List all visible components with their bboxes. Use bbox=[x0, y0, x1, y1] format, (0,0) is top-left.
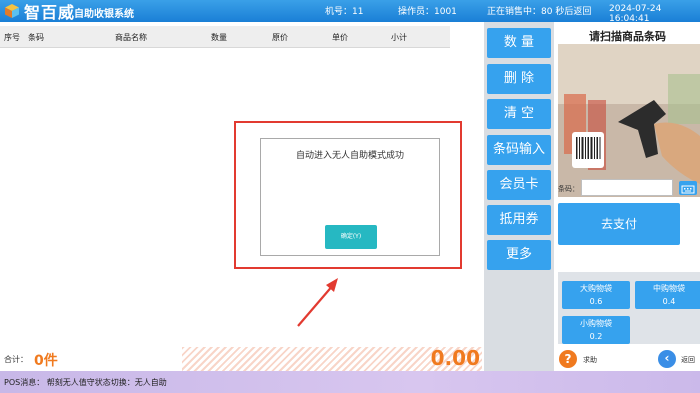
cube-logo-icon bbox=[5, 4, 19, 18]
operator-id: 操作员：1001 bbox=[398, 7, 457, 17]
function-button-column: 数 量 删 除 清 空 条码输入 会员卡 抵用券 更多 bbox=[484, 22, 554, 371]
scan-panel: 请扫描商品条码 条码： 去支付 大购物袋 0.6 中购物袋 0.4 小购物袋 0… bbox=[555, 22, 700, 371]
back-icon[interactable]: ‹ bbox=[658, 350, 676, 368]
keyboard-icon[interactable] bbox=[679, 181, 697, 195]
quantity-button[interactable]: 数 量 bbox=[487, 28, 551, 58]
more-button[interactable]: 更多 bbox=[487, 240, 551, 270]
sale-countdown: 正在销售中：80 秒后返回 bbox=[487, 7, 592, 17]
pos-app: 智百威 自助收银系统 机号：11 操作员：1001 正在销售中：80 秒后返回 … bbox=[0, 0, 700, 393]
small-bag-button[interactable]: 小购物袋 0.2 bbox=[562, 316, 630, 344]
bag-name: 中购物袋 bbox=[653, 284, 685, 293]
total-count: 0件 bbox=[34, 353, 58, 369]
annotation-arrow-icon bbox=[297, 278, 338, 327]
help-icon[interactable]: ? bbox=[559, 350, 577, 368]
title-bar: 智百威 自助收银系统 机号：11 操作员：1001 正在销售中：80 秒后返回 … bbox=[0, 0, 700, 24]
barcode-label: 条码： bbox=[558, 185, 579, 193]
bag-price: 0.6 bbox=[589, 297, 603, 306]
back-label[interactable]: 返回 bbox=[681, 355, 695, 365]
brand-name: 智百威 bbox=[24, 3, 76, 22]
delete-button[interactable]: 删 除 bbox=[487, 64, 551, 94]
column-header-original-price: 原价 bbox=[272, 33, 288, 42]
machine-number: 机号：11 bbox=[325, 7, 364, 17]
dialog-message: 自动进入无人自助模式成功 bbox=[295, 151, 404, 161]
bag-price: 0.2 bbox=[589, 332, 603, 341]
barcode-input-button[interactable]: 条码输入 bbox=[487, 135, 551, 165]
column-header-name: 商品名称 bbox=[115, 33, 147, 42]
help-label[interactable]: 求助 bbox=[583, 355, 597, 365]
pos-message: POS消息： 帮刻无人值守状态切换：无人自助 bbox=[4, 378, 167, 387]
voucher-button[interactable]: 抵用券 bbox=[487, 205, 551, 235]
go-pay-button[interactable]: 去支付 bbox=[558, 203, 680, 245]
medium-bag-button[interactable]: 中购物袋 0.4 bbox=[635, 281, 700, 309]
scan-title: 请扫描商品条码 bbox=[589, 30, 666, 43]
total-amount: 0.00 bbox=[430, 346, 480, 370]
bag-name: 大购物袋 bbox=[580, 284, 612, 293]
ok-button[interactable]: 确定(Y) bbox=[325, 225, 377, 249]
column-header-subtotal: 小计 bbox=[391, 33, 407, 42]
barcode-scanner-photo-icon bbox=[558, 44, 700, 197]
total-label: 合计： bbox=[4, 355, 28, 364]
shopping-bag-area: 大购物袋 0.6 中购物袋 0.4 小购物袋 0.2 bbox=[558, 272, 700, 344]
column-header-quantity: 数量 bbox=[211, 33, 227, 42]
barcode-input[interactable] bbox=[581, 179, 673, 196]
item-table-header: 序号 条码 商品名称 数量 原价 单价 小计 bbox=[0, 26, 450, 48]
status-bar: POS消息： 帮刻无人值守状态切换：无人自助 bbox=[0, 371, 700, 393]
bag-name: 小购物袋 bbox=[580, 319, 612, 328]
column-header-barcode: 条码 bbox=[28, 33, 44, 42]
column-header-unit-price: 单价 bbox=[332, 33, 348, 42]
brand-subtitle: 自助收银系统 bbox=[74, 9, 134, 20]
large-bag-button[interactable]: 大购物袋 0.6 bbox=[562, 281, 630, 309]
message-dialog: 自动进入无人自助模式成功 确定(Y) bbox=[260, 138, 440, 256]
column-header-index: 序号 bbox=[4, 33, 20, 42]
bag-price: 0.4 bbox=[662, 297, 676, 306]
clear-button[interactable]: 清 空 bbox=[487, 99, 551, 129]
datetime: 2024-07-24 16:04:41 bbox=[609, 4, 662, 24]
total-amount-box: 0.00 bbox=[182, 346, 482, 371]
member-card-button[interactable]: 会员卡 bbox=[487, 170, 551, 200]
